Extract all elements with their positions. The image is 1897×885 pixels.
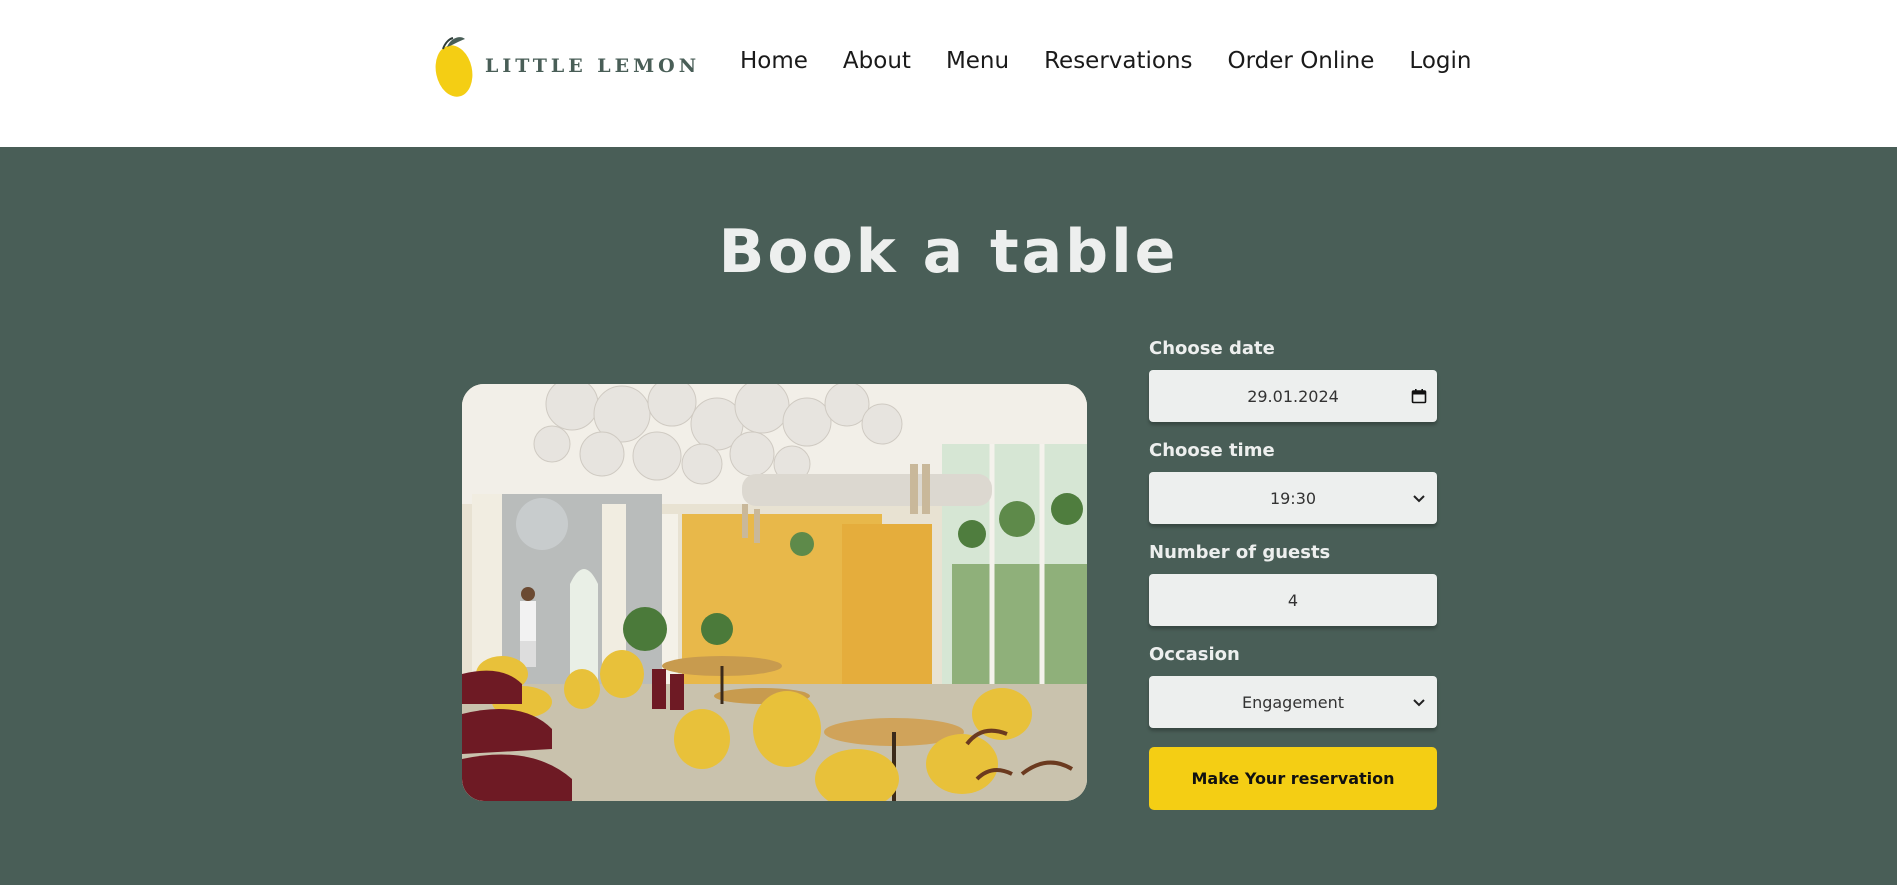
time-select[interactable]: 19:30	[1149, 472, 1437, 524]
guests-value: 4	[1287, 590, 1299, 610]
date-input[interactable]: 29.01.2024	[1149, 370, 1437, 422]
page-title: Book a table	[718, 217, 1179, 287]
site-header: LITTLE LEMON Home About Menu Reservation…	[0, 0, 1897, 147]
nav-home[interactable]: Home	[740, 48, 808, 74]
logo-text: LITTLE LEMON	[485, 55, 701, 77]
time-label: Choose time	[1149, 440, 1275, 461]
calendar-icon[interactable]	[1411, 388, 1427, 404]
guests-input[interactable]: 4	[1149, 574, 1437, 626]
time-value: 19:30	[1269, 488, 1317, 508]
nav-login[interactable]: Login	[1409, 48, 1471, 74]
main-nav: Home About Menu Reservations Order Onlin…	[740, 48, 1471, 74]
reservation-form: Choose date 29.01.2024 Choose time 19:30…	[1149, 337, 1437, 810]
nav-menu[interactable]: Menu	[946, 48, 1009, 74]
lemon-logo-icon	[435, 37, 473, 97]
occasion-value: Engagement	[1241, 692, 1345, 712]
booking-section: Book a table Choose date 29.01.2024 Choo…	[0, 147, 1897, 885]
guests-label: Number of guests	[1149, 542, 1331, 563]
date-label: Choose date	[1149, 338, 1275, 359]
make-reservation-button[interactable]: Make Your reservation	[1149, 747, 1437, 810]
restaurant-interior-image	[462, 384, 1087, 801]
nav-reservations[interactable]: Reservations	[1044, 48, 1192, 74]
occasion-select[interactable]: Engagement	[1149, 676, 1437, 728]
nav-about[interactable]: About	[843, 48, 911, 74]
logo[interactable]: LITTLE LEMON	[433, 33, 700, 99]
date-value: 29.01.2024	[1247, 386, 1339, 406]
restaurant-interior-illustration	[462, 384, 1087, 801]
occasion-label: Occasion	[1149, 644, 1240, 665]
chevron-down-icon	[1413, 495, 1425, 503]
chevron-down-icon	[1413, 699, 1425, 707]
nav-order-online[interactable]: Order Online	[1228, 48, 1375, 74]
